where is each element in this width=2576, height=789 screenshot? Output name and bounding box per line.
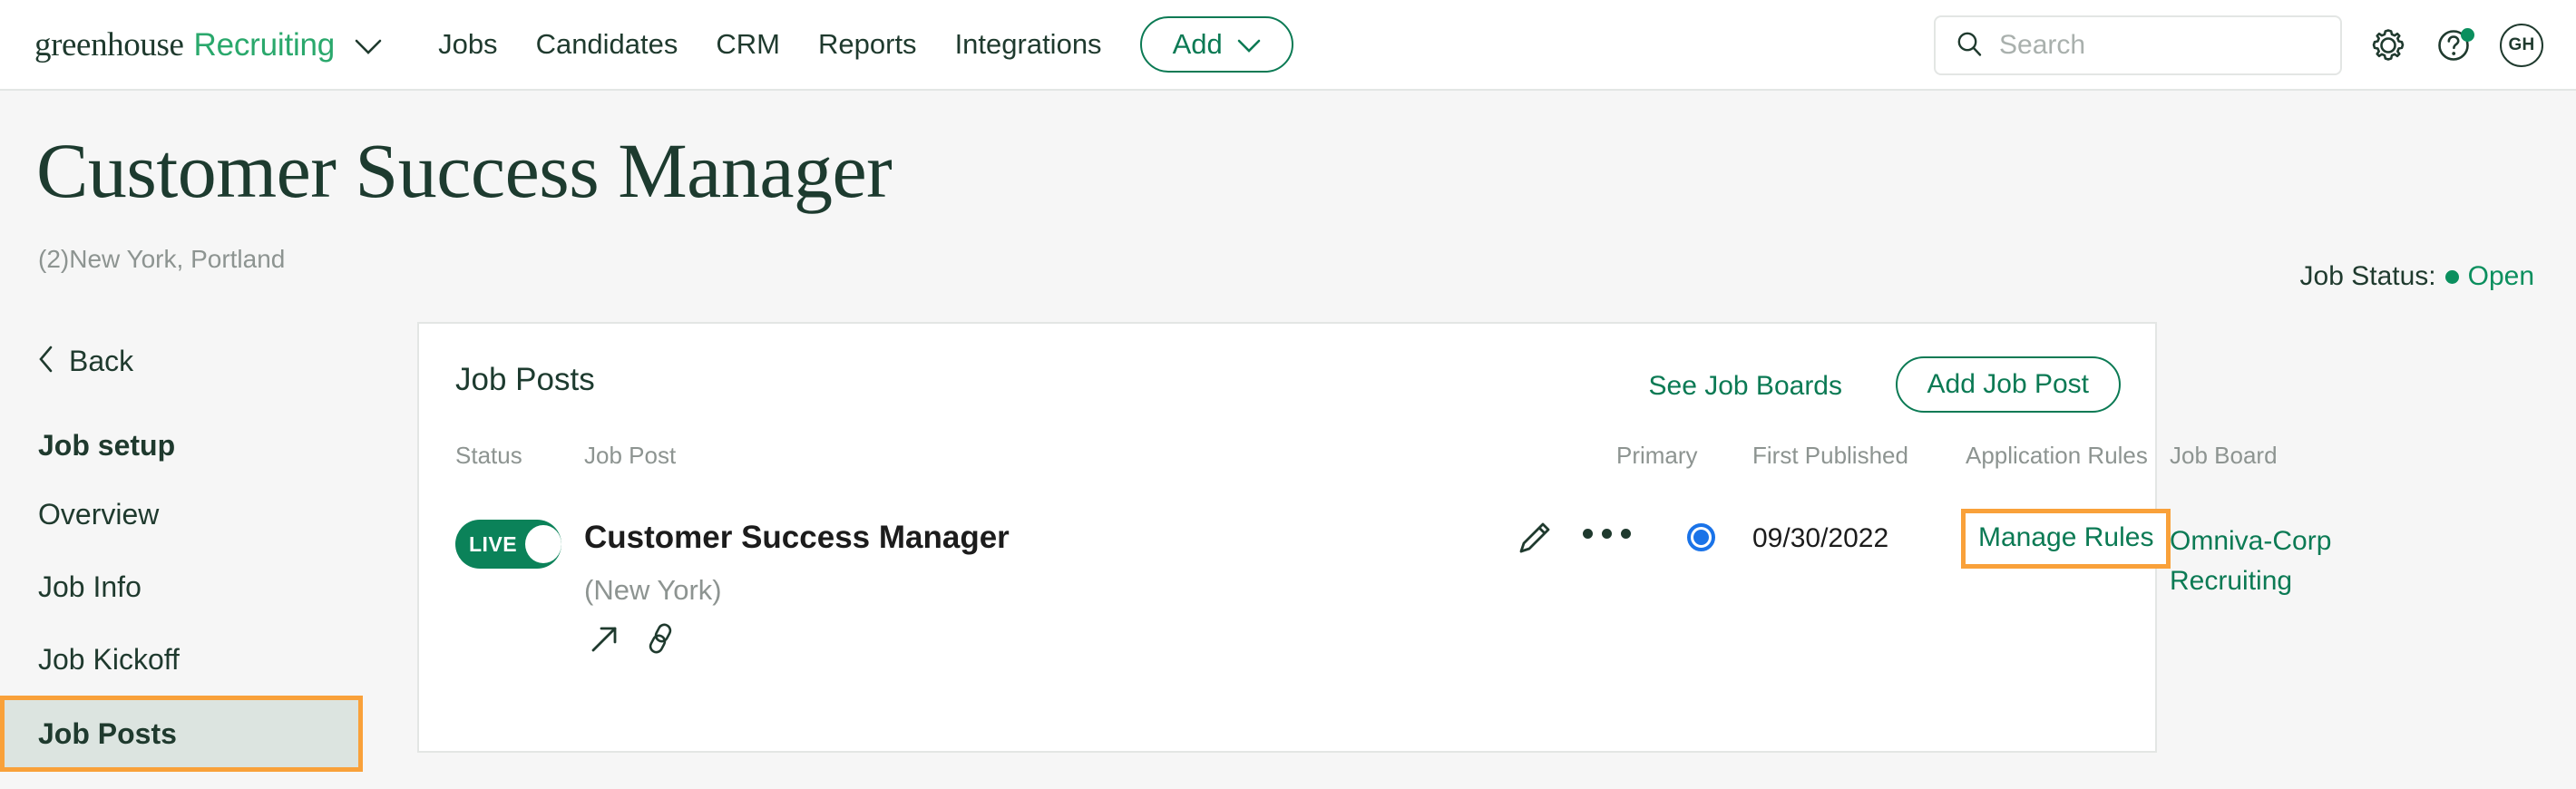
top-nav-right-cluster: GH	[1934, 0, 2543, 91]
job-post-name[interactable]: Customer Success Manager	[584, 520, 1010, 556]
table-header-row: Status Job Post Primary First Published …	[419, 442, 2278, 485]
status-dot-icon	[2444, 269, 2459, 284]
job-setup-sidebar: Back Job setup Overview Job Info Job Kic…	[0, 345, 381, 772]
nav-link-candidates[interactable]: Candidates	[536, 28, 678, 61]
first-published-date: 09/30/2022	[1752, 523, 1889, 553]
nav-link-crm[interactable]: CRM	[716, 28, 780, 61]
card-title: Job Posts	[455, 362, 595, 397]
column-header-job-post: Job Post	[584, 442, 677, 469]
page-header: Customer Success Manager (2)New York, Po…	[0, 91, 2576, 308]
back-label: Back	[69, 345, 134, 377]
pencil-icon	[1515, 522, 1555, 561]
avatar[interactable]: GH	[2500, 24, 2543, 67]
column-header-first-published: First Published	[1752, 442, 1908, 469]
sidebar-section-job-setup: Job setup	[0, 413, 381, 478]
add-button-label: Add	[1172, 28, 1223, 60]
primary-radio-button[interactable]	[1687, 523, 1715, 551]
chain-link-icon[interactable]	[646, 623, 675, 658]
chevron-down-icon[interactable]	[355, 39, 382, 55]
sidebar-item-job-kickoff[interactable]: Job Kickoff	[0, 623, 381, 696]
search-box[interactable]	[1934, 15, 2342, 75]
sidebar-item-label: Overview	[38, 497, 160, 531]
job-board-link[interactable]: Omniva-Corp Recruiting	[2170, 521, 2378, 600]
nav-link-jobs[interactable]: Jobs	[438, 28, 497, 61]
brand-primary-text: greenhouse	[34, 25, 184, 63]
add-button[interactable]: Add	[1139, 16, 1293, 73]
primary-nav-links: Jobs Candidates CRM Reports Integrations	[438, 28, 1101, 61]
manage-rules-link[interactable]: Manage Rules	[1961, 509, 2171, 569]
search-icon	[1956, 30, 1983, 62]
chevron-down-icon	[1237, 28, 1261, 61]
card-header: Job Posts See Job Boards Add Job Post	[419, 324, 2155, 442]
column-header-primary: Primary	[1616, 442, 1698, 469]
manage-rules-label: Manage Rules	[1978, 522, 2154, 552]
sidebar-item-label: Job Kickoff	[38, 642, 180, 676]
nav-link-integrations[interactable]: Integrations	[955, 28, 1102, 61]
nav-link-reports[interactable]: Reports	[818, 28, 917, 61]
column-header-status: Status	[455, 442, 522, 469]
job-status: Job Status: Open	[2300, 261, 2534, 292]
sidebar-item-job-posts[interactable]: Job Posts	[0, 696, 363, 772]
brand-secondary-text: Recruiting	[193, 26, 336, 63]
add-job-post-label: Add Job Post	[1927, 369, 2089, 399]
search-input[interactable]	[1999, 30, 2298, 61]
toggle-knob	[525, 525, 561, 563]
gear-icon[interactable]	[2369, 26, 2407, 64]
ellipsis-icon	[1583, 529, 1593, 539]
sidebar-item-label: Job Posts	[38, 716, 177, 750]
job-post-location: (New York)	[584, 574, 722, 606]
job-posts-card: Job Posts See Job Boards Add Job Post St…	[417, 322, 2331, 753]
table-row: LIVE Customer Success Manager (New York)	[419, 485, 2331, 694]
sidebar-section-label: Job setup	[38, 428, 176, 462]
column-header-application-rules: Application Rules	[1966, 442, 2148, 469]
top-navigation-bar: greenhouse Recruiting Jobs Candidates CR…	[0, 0, 2576, 91]
ellipsis-icon	[1602, 529, 1612, 539]
column-header-job-board: Job Board	[2170, 442, 2278, 469]
status-toggle-label: LIVE	[469, 531, 518, 556]
add-job-post-button[interactable]: Add Job Post	[1895, 356, 2121, 413]
see-job-boards-link[interactable]: See Job Boards	[1649, 371, 1842, 402]
radio-selected-icon	[1687, 523, 1715, 551]
sidebar-item-overview[interactable]: Overview	[0, 478, 381, 550]
status-toggle[interactable]: LIVE	[455, 520, 561, 569]
more-options-button[interactable]	[1583, 529, 1631, 539]
sidebar-item-job-info[interactable]: Job Info	[0, 550, 381, 623]
brand-logo[interactable]: greenhouse Recruiting	[34, 25, 382, 64]
ellipsis-icon	[1621, 529, 1631, 539]
chevron-left-icon	[38, 346, 54, 377]
job-status-label: Job Status:	[2299, 261, 2436, 291]
edit-job-post-button[interactable]	[1515, 518, 1555, 562]
question-mark-icon[interactable]	[2435, 26, 2474, 64]
back-button[interactable]: Back	[38, 345, 381, 378]
job-post-action-icons	[590, 623, 675, 658]
sidebar-item-label: Job Info	[38, 570, 141, 603]
notification-dot	[2461, 28, 2474, 42]
page-subtitle-locations: (2)New York, Portland	[38, 245, 286, 273]
job-status-value: Open	[2467, 261, 2534, 291]
external-link-icon[interactable]	[590, 623, 620, 658]
page-title: Customer Success Manager	[36, 127, 893, 214]
